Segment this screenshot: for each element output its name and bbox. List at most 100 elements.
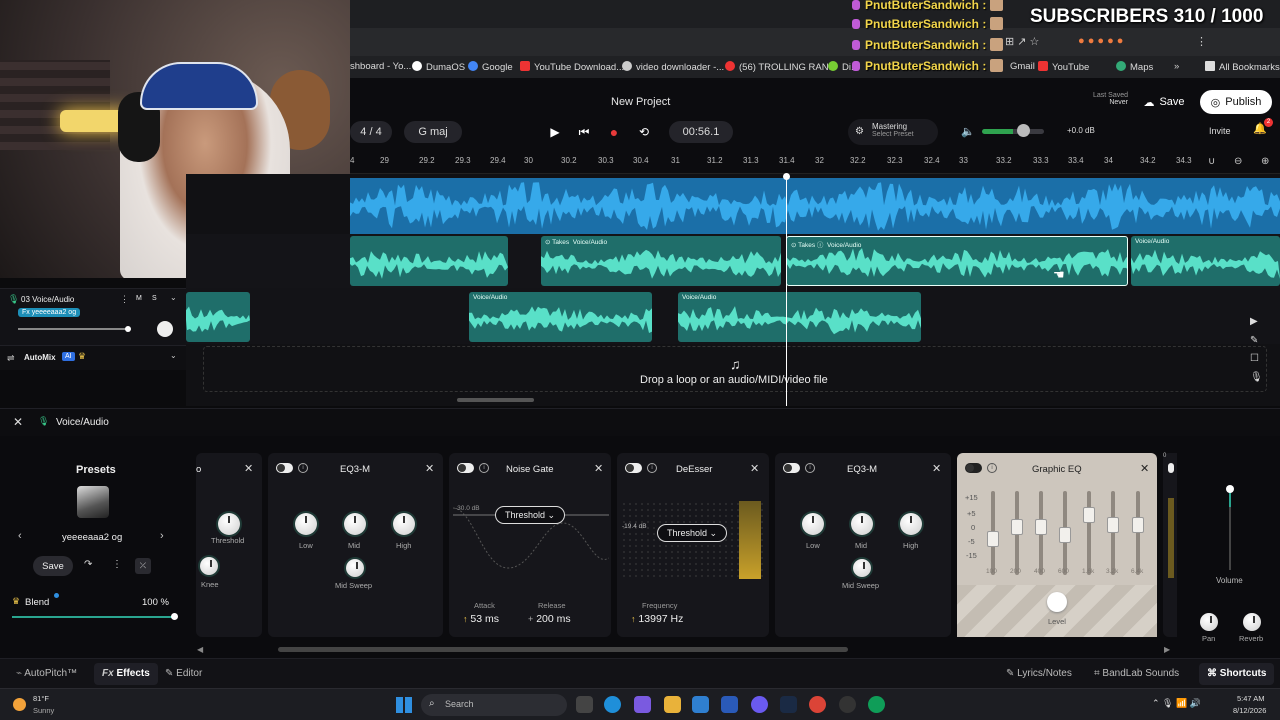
app-icon[interactable] bbox=[839, 696, 856, 713]
gate-threshold-button[interactable]: Threshold ⌄ bbox=[495, 506, 565, 524]
bookmark-dumaos[interactable]: DumaOS bbox=[412, 61, 465, 73]
zoom-in-icon[interactable]: ⊕ bbox=[1261, 156, 1269, 167]
fx-toggle[interactable] bbox=[276, 463, 293, 473]
scroll-left-icon[interactable]: ◀ bbox=[197, 645, 203, 654]
track-volume-slider[interactable] bbox=[18, 328, 128, 330]
mute-button[interactable]: M bbox=[136, 295, 142, 302]
eq-fader-handle[interactable] bbox=[1083, 507, 1095, 523]
close-icon[interactable]: ✕ bbox=[750, 462, 759, 475]
fx-toggle[interactable] bbox=[783, 463, 800, 473]
close-icon[interactable]: ✕ bbox=[932, 462, 941, 475]
reverb-knob[interactable] bbox=[1243, 613, 1261, 631]
bookmark-google[interactable]: Google bbox=[468, 61, 513, 73]
speaker-icon[interactable]: 🔈 bbox=[961, 125, 975, 138]
pan-knob[interactable] bbox=[1200, 613, 1218, 631]
windows-start-icon[interactable] bbox=[396, 697, 412, 713]
track-name[interactable]: 03 Voice/Audio bbox=[21, 295, 74, 304]
mid-sweep-knob[interactable] bbox=[853, 559, 871, 577]
track-volume-handle[interactable] bbox=[125, 326, 131, 332]
shortcuts-button[interactable]: ⌘ Shortcuts bbox=[1199, 663, 1275, 685]
bookmark-youtube[interactable]: YouTube bbox=[1038, 61, 1089, 73]
knee-knob[interactable] bbox=[200, 557, 218, 575]
task-view-icon[interactable] bbox=[576, 696, 593, 713]
play-icon[interactable]: ▶ bbox=[544, 121, 566, 143]
clock-date[interactable]: 8/12/2026 bbox=[1233, 706, 1266, 715]
more-icon[interactable]: ⋮ bbox=[112, 559, 122, 570]
chevron-left-icon[interactable]: ‹ bbox=[18, 530, 22, 542]
store-icon[interactable] bbox=[721, 696, 738, 713]
record-icon[interactable]: ● bbox=[603, 121, 625, 143]
volume-handle[interactable] bbox=[1226, 485, 1234, 493]
discord-icon[interactable] bbox=[751, 696, 768, 713]
menu-icon[interactable]: ⋮ bbox=[1196, 35, 1207, 48]
takes-clip[interactable]: ⊙ Takes Voice/Audio bbox=[541, 236, 781, 286]
bookmarks-overflow-icon[interactable]: » bbox=[1174, 61, 1179, 72]
info-icon[interactable]: i bbox=[479, 463, 489, 473]
mid-knob[interactable] bbox=[851, 513, 873, 535]
share-icon[interactable]: ↷ bbox=[84, 559, 92, 570]
level-knob[interactable] bbox=[1047, 592, 1067, 612]
save-button[interactable]: ☁ Save bbox=[1135, 90, 1193, 114]
chrome-profile-icon[interactable] bbox=[868, 696, 885, 713]
high-knob[interactable] bbox=[393, 513, 415, 535]
extension-icons[interactable]: ⊞ ↗ ☆ bbox=[1005, 35, 1039, 48]
chevron-down-icon[interactable]: ⌄ bbox=[170, 293, 177, 302]
mic-sidebar-icon[interactable]: 🎙 bbox=[1250, 372, 1263, 383]
blend-handle[interactable] bbox=[171, 613, 178, 620]
audio-clip[interactable]: Voice/Audio bbox=[678, 292, 921, 342]
eq-fader-handle[interactable] bbox=[1107, 517, 1119, 533]
eq-fader-handle[interactable] bbox=[1132, 517, 1144, 533]
bookmark-video-downloader[interactable]: video downloader -... bbox=[622, 61, 724, 73]
automix-row[interactable]: ⇌ AutoMix AI ♛ ⌄ bbox=[0, 346, 186, 370]
preset-thumbnail[interactable] bbox=[77, 486, 109, 518]
bookmark-youtube-downloader[interactable]: YouTube Download... bbox=[520, 61, 624, 73]
outlook-icon[interactable] bbox=[692, 696, 709, 713]
key-selector[interactable]: G maj bbox=[404, 121, 462, 143]
eq-fader-handle[interactable] bbox=[987, 531, 999, 547]
close-icon[interactable]: ✕ bbox=[13, 415, 23, 429]
edge-icon[interactable] bbox=[604, 696, 621, 713]
steam-icon[interactable] bbox=[780, 696, 797, 713]
deesser-threshold-button[interactable]: Threshold ⌄ bbox=[657, 524, 727, 542]
eq-fader-track[interactable] bbox=[1087, 491, 1091, 575]
audio-clip[interactable] bbox=[350, 236, 508, 286]
edit-sidebar-icon[interactable]: ✎ bbox=[1250, 335, 1258, 346]
weather-temp[interactable]: 81°F bbox=[33, 694, 49, 703]
close-icon[interactable]: ✕ bbox=[594, 462, 603, 475]
weather-status[interactable]: Sunny bbox=[33, 706, 54, 715]
close-icon[interactable]: ✕ bbox=[1140, 462, 1149, 475]
mid-knob[interactable] bbox=[344, 513, 366, 535]
audio-clip[interactable]: Voice/Audio bbox=[1131, 236, 1280, 286]
publish-button[interactable]: ◎ Publish bbox=[1200, 90, 1272, 114]
info-icon[interactable]: i bbox=[987, 463, 997, 473]
lyrics-notes-button[interactable]: ✎ Lyrics/Notes bbox=[1006, 668, 1072, 679]
file-explorer-icon[interactable] bbox=[664, 696, 681, 713]
low-knob[interactable] bbox=[295, 513, 317, 535]
bookmark-gmail[interactable]: Gmail bbox=[1010, 61, 1035, 72]
attack-value[interactable]: ↑ 53 ms bbox=[463, 613, 499, 625]
track-fx-chip[interactable]: Fx yeeeeaaa2 og bbox=[18, 308, 81, 317]
track-pan-knob[interactable] bbox=[157, 321, 173, 337]
playhead[interactable] bbox=[786, 176, 787, 406]
low-knob[interactable] bbox=[802, 513, 824, 535]
effects-tab[interactable]: Fx Effects bbox=[94, 663, 158, 685]
chrome-icon[interactable] bbox=[809, 696, 826, 713]
audio-clip-track-1[interactable] bbox=[350, 178, 1280, 234]
track-menu-icon[interactable]: ⋮ bbox=[120, 294, 129, 305]
takes-clip-selected[interactable]: ⊙ Takes ⓘ Voice/Audio bbox=[786, 236, 1128, 286]
fx-toggle[interactable] bbox=[457, 463, 474, 473]
timeline-ruler[interactable]: 4 29 29.2 29.3 29.4 30 30.2 30.3 30.4 31 31.2 31.3 3… bbox=[350, 152, 1280, 174]
info-icon[interactable]: i bbox=[805, 463, 815, 473]
high-knob[interactable] bbox=[900, 513, 922, 535]
clock-time[interactable]: 5:47 AM bbox=[1237, 694, 1265, 703]
fx-toggle[interactable] bbox=[965, 463, 982, 473]
info-icon[interactable]: i bbox=[298, 463, 308, 473]
chevron-down-icon[interactable]: ⌄ bbox=[170, 351, 177, 360]
master-volume-handle[interactable] bbox=[1017, 124, 1030, 137]
eq-fader-track[interactable] bbox=[1111, 491, 1115, 575]
loop-icon[interactable]: ⟲ bbox=[633, 121, 655, 143]
info-icon[interactable]: i bbox=[647, 463, 657, 473]
chat-sidebar-icon[interactable]: ☐ bbox=[1250, 353, 1259, 364]
magnet-icon[interactable]: ∪ bbox=[1208, 156, 1215, 167]
tray-icons[interactable]: ⌃ 🎙 📶 🔊 bbox=[1152, 698, 1201, 709]
